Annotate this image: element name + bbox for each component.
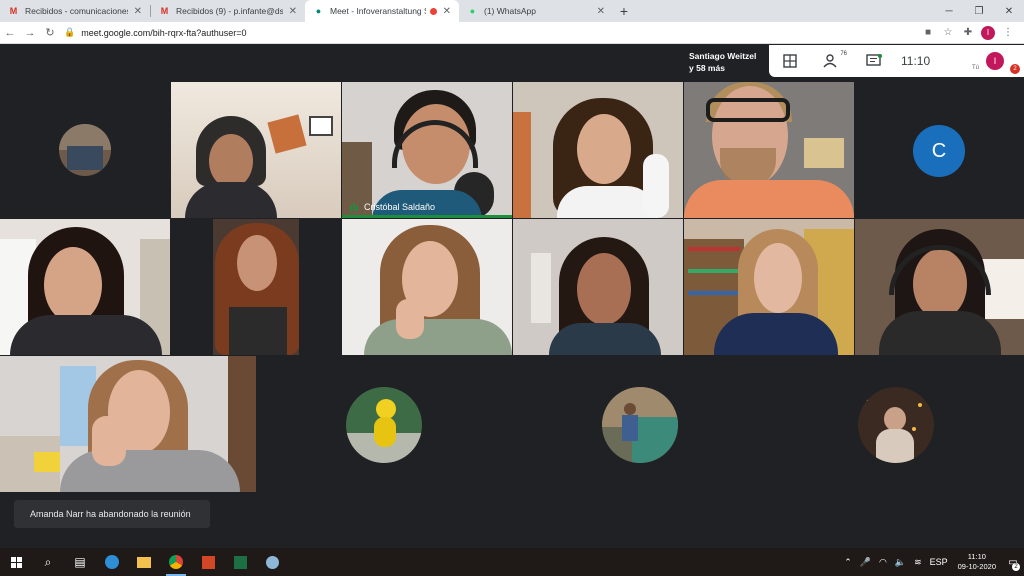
meet-tools: 76 11:10 Tú I 2: [769, 45, 1024, 77]
chat-button[interactable]: [853, 47, 895, 75]
window-controls: ─ ❐ ✕: [934, 0, 1024, 22]
volume-icon[interactable]: 🔈: [891, 557, 910, 568]
participant-tile-12[interactable]: [855, 219, 1024, 355]
tab-whatsapp[interactable]: ● (1) WhatsApp ✕: [459, 0, 613, 22]
participants-chip: Santiago Weitzel y 58 más: [659, 45, 769, 77]
forward-icon[interactable]: →: [20, 23, 40, 43]
participant-avatar-duck[interactable]: [346, 387, 422, 463]
close-window-icon[interactable]: ✕: [994, 0, 1024, 22]
bookmark-star-icon[interactable]: ☆: [938, 23, 958, 43]
whatsapp-icon: ●: [469, 6, 476, 16]
camera-icon[interactable]: ■: [918, 23, 938, 43]
powerpoint-icon[interactable]: [192, 548, 224, 576]
windows-start-icon[interactable]: [0, 548, 32, 576]
network-icon[interactable]: ◠: [875, 557, 891, 568]
wifi-icon[interactable]: ≋: [910, 557, 926, 568]
action-center-icon[interactable]: ▭ 2: [1002, 548, 1024, 576]
participant-tile-10[interactable]: [513, 219, 683, 355]
windows-taskbar: ⌕ ▤ ⌃ 🎤 ◠ 🔈 ≋ ESP 11:10 09-10-2020 ▭ 2: [0, 548, 1024, 576]
tab-meet[interactable]: ● Meet - Infoveranstaltung Stu ✕: [305, 0, 459, 22]
recording-indicator-icon: [429, 7, 437, 15]
tab-strip: M Recibidos - comunicaciones@ds ✕ M Reci…: [0, 0, 1024, 22]
paint-icon[interactable]: [256, 548, 288, 576]
participant-tile-8[interactable]: [171, 219, 341, 355]
restore-icon[interactable]: ❐: [964, 0, 994, 22]
participant-tile-11[interactable]: [684, 219, 854, 355]
file-explorer-icon[interactable]: [128, 548, 160, 576]
leave-notification-toast: Amanda Narr ha abandonado la reunión: [14, 500, 210, 528]
chrome-icon[interactable]: [160, 548, 192, 576]
participant-avatars-row: [256, 356, 1024, 492]
excel-icon[interactable]: [224, 548, 256, 576]
reload-icon[interactable]: ↻: [40, 23, 60, 43]
tab-gmail-2[interactable]: M Recibidos (9) - p.infante@dsvalp ✕: [151, 0, 305, 22]
people-button[interactable]: 76: [811, 47, 853, 75]
participant-tile-13[interactable]: [0, 356, 256, 492]
new-tab-button[interactable]: +: [613, 0, 635, 22]
participant-tile-6[interactable]: C: [855, 82, 1024, 218]
extensions-icon[interactable]: ✚: [958, 23, 978, 43]
tab-gmail-1[interactable]: M Recibidos - comunicaciones@ds ✕: [0, 0, 150, 22]
microphone-icon[interactable]: 🎤: [856, 557, 875, 568]
participant-tile-5[interactable]: [684, 82, 854, 218]
participant-tile-2[interactable]: [171, 82, 341, 218]
letter-avatar: C: [913, 125, 965, 177]
gmail-icon: M: [9, 6, 18, 16]
participant-tile-4[interactable]: [513, 82, 683, 218]
profile-avatar[interactable]: I: [981, 25, 995, 40]
lock-icon: 🔒: [64, 27, 76, 37]
system-tray: ⌃ 🎤 ◠ 🔈 ≋ ESP 11:10 09-10-2020 ▭ 2: [840, 548, 1024, 576]
participant-tile-7[interactable]: [0, 219, 170, 355]
self-avatar[interactable]: I: [986, 52, 1004, 70]
browser-toolbar: ← → ↻ 🔒 meet.google.com/bih-rqrx-fta?aut…: [0, 22, 1024, 44]
search-icon[interactable]: ⌕: [32, 548, 64, 576]
layout-icon[interactable]: [769, 47, 811, 75]
you-label: Tú: [972, 65, 980, 71]
participant-avatar: [59, 124, 111, 176]
meeting-clock: 11:10: [901, 54, 931, 68]
participant-tile-1[interactable]: [0, 82, 170, 218]
participant-avatar-night[interactable]: [858, 387, 934, 463]
participant-tile-speaker[interactable]: Cristóbal Saldaño: [342, 82, 512, 218]
close-tab-icon[interactable]: ✕: [597, 6, 605, 17]
close-tab-icon[interactable]: ✕: [289, 6, 297, 17]
close-tab-icon[interactable]: ✕: [443, 6, 451, 17]
minimize-icon[interactable]: ─: [934, 0, 964, 22]
menu-icon[interactable]: ⋮: [998, 23, 1018, 43]
address-bar[interactable]: 🔒 meet.google.com/bih-rqrx-fta?authuser=…: [60, 24, 918, 42]
task-view-icon[interactable]: ▤: [64, 548, 96, 576]
system-clock[interactable]: 11:10 09-10-2020: [952, 552, 1002, 572]
participant-tile-9[interactable]: [342, 219, 512, 355]
edge-icon[interactable]: [96, 548, 128, 576]
participant-avatar-canal[interactable]: [602, 387, 678, 463]
language-indicator[interactable]: ESP: [926, 557, 952, 567]
gmail-icon: M: [160, 6, 169, 16]
meet-icon: ●: [315, 6, 322, 16]
active-speaker-indicator: [342, 215, 512, 218]
speaker-name-tag: Cristóbal Saldaño: [350, 202, 435, 212]
close-tab-icon[interactable]: ✕: [134, 6, 142, 17]
audio-level-icon: [350, 203, 358, 211]
chevron-up-icon[interactable]: ⌃: [840, 557, 856, 568]
notification-badge: 2: [1010, 64, 1020, 74]
back-icon[interactable]: ←: [0, 23, 20, 43]
